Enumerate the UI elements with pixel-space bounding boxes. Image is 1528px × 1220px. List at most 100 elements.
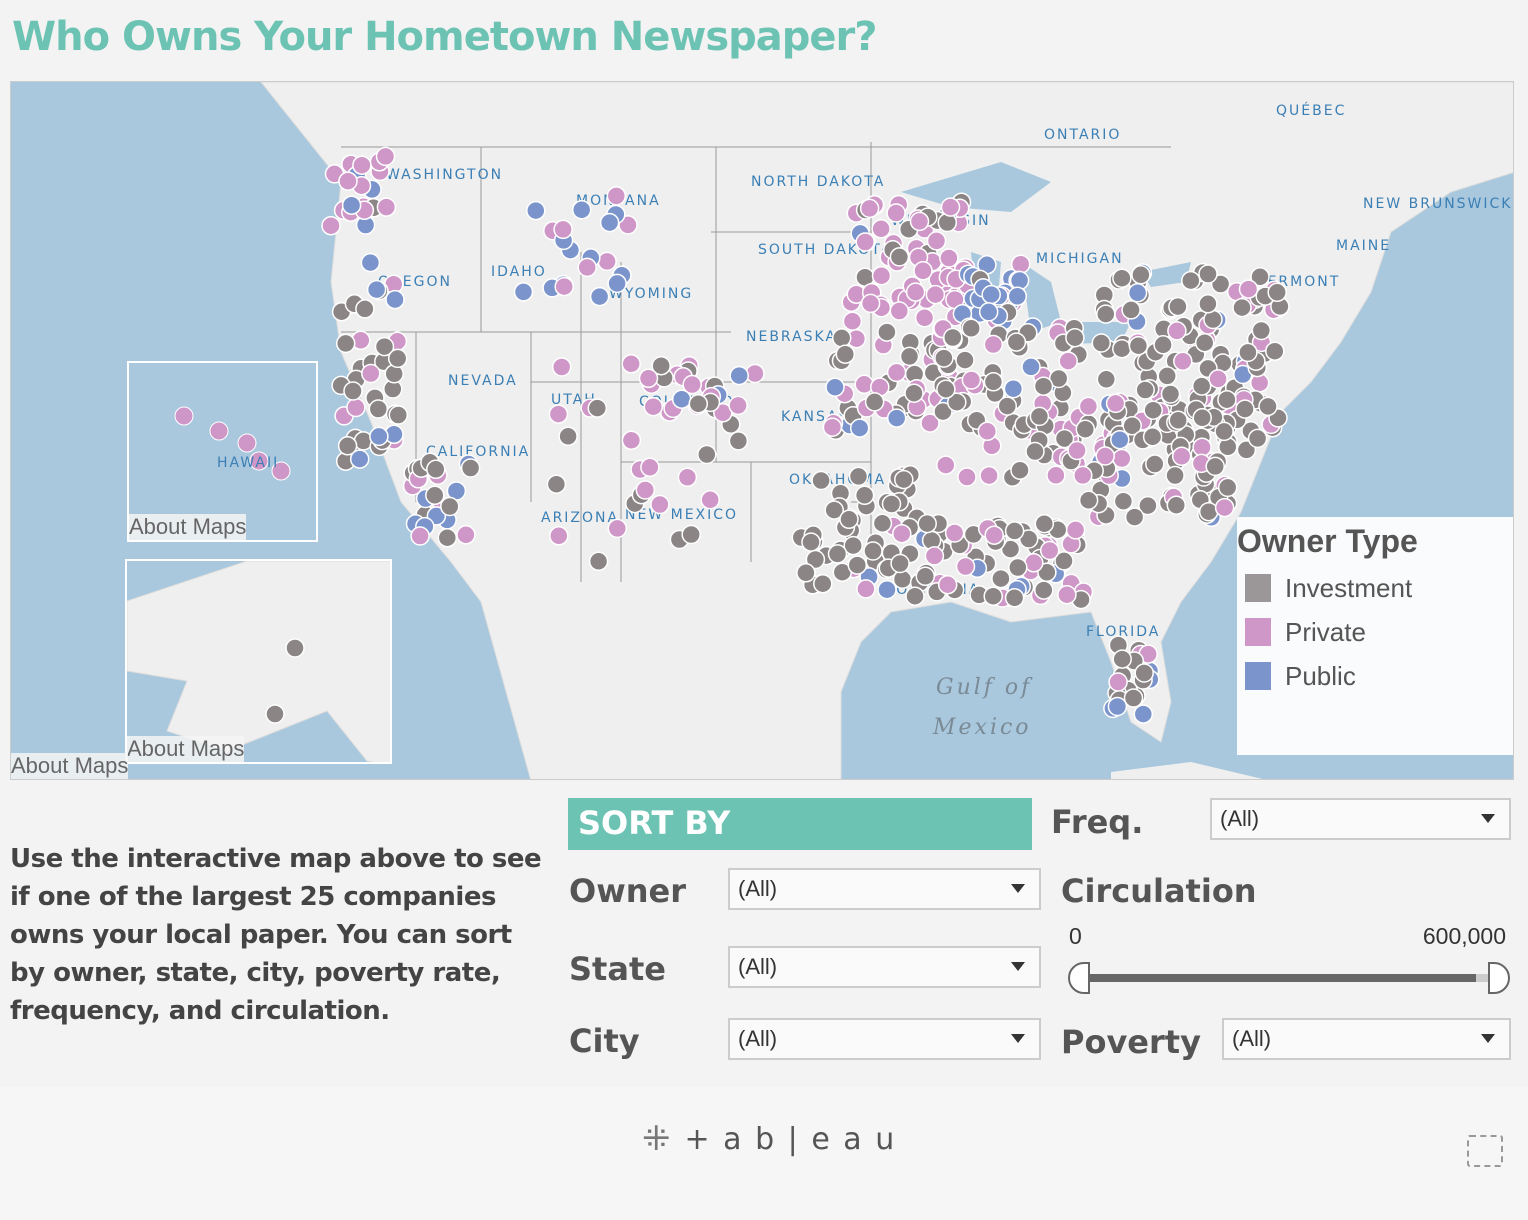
newspaper-marker[interactable] — [871, 219, 891, 239]
newspaper-marker[interactable] — [1105, 393, 1126, 414]
newspaper-marker[interactable] — [1096, 369, 1117, 390]
newspaper-marker[interactable] — [460, 458, 481, 478]
newspaper-marker[interactable] — [366, 279, 387, 300]
newspaper-marker[interactable] — [1107, 696, 1128, 717]
newspaper-marker[interactable] — [607, 518, 628, 539]
newspaper-marker[interactable] — [1214, 497, 1235, 518]
newspaper-marker[interactable] — [1039, 540, 1060, 561]
newspaper-marker[interactable] — [376, 197, 397, 217]
newspaper-marker[interactable] — [811, 470, 831, 491]
newspaper-marker[interactable] — [1235, 399, 1255, 419]
newspaper-marker[interactable] — [1198, 501, 1219, 522]
newspaper-marker[interactable] — [1232, 297, 1252, 318]
newspaper-marker[interactable] — [1157, 366, 1177, 386]
newspaper-marker[interactable] — [1214, 421, 1234, 442]
newspaper-marker[interactable] — [1034, 513, 1055, 534]
newspaper-marker[interactable] — [1029, 406, 1050, 427]
newspaper-marker[interactable] — [981, 284, 1001, 305]
newspaper-marker[interactable] — [588, 551, 609, 572]
newspaper-marker[interactable] — [1191, 376, 1212, 396]
newspaper-marker[interactable] — [1238, 279, 1259, 299]
newspaper-marker[interactable] — [831, 328, 852, 348]
newspaper-marker[interactable] — [796, 563, 816, 583]
newspaper-marker[interactable] — [513, 282, 534, 302]
owner-dropdown[interactable]: (All) — [728, 868, 1041, 910]
newspaper-marker[interactable] — [1033, 376, 1054, 396]
newspaper-marker[interactable] — [801, 532, 821, 552]
newspaper-marker[interactable] — [991, 568, 1011, 589]
newspaper-marker[interactable] — [1078, 396, 1099, 417]
newspaper-marker[interactable] — [1217, 477, 1238, 498]
newspaper-marker[interactable] — [589, 286, 610, 307]
newspaper-marker[interactable] — [943, 327, 963, 348]
newspaper-marker[interactable] — [1073, 465, 1093, 486]
newspaper-marker[interactable] — [961, 370, 982, 390]
circulation-slider[interactable] — [1068, 962, 1510, 994]
about-maps-link[interactable]: About Maps — [11, 753, 129, 779]
newspaper-marker[interactable] — [681, 524, 701, 545]
newspaper-marker[interactable] — [1198, 264, 1218, 284]
newspaper-marker[interactable] — [955, 556, 976, 577]
newspaper-marker[interactable] — [1065, 327, 1085, 348]
newspaper-marker[interactable] — [899, 346, 920, 367]
newspaper-marker[interactable] — [1258, 396, 1278, 417]
newspaper-marker[interactable] — [1267, 282, 1287, 303]
newspaper-marker[interactable] — [1153, 335, 1173, 355]
newspaper-marker[interactable] — [905, 586, 925, 606]
newspaper-marker[interactable] — [1021, 357, 1041, 377]
newspaper-marker[interactable] — [957, 467, 977, 487]
newspaper-marker[interactable] — [607, 273, 627, 294]
newspaper-marker[interactable] — [1096, 304, 1116, 324]
newspaper-marker[interactable] — [1166, 495, 1187, 515]
newspaper-marker[interactable] — [349, 449, 370, 469]
about-maps-link[interactable]: About Maps — [129, 514, 247, 540]
newspaper-marker[interactable] — [671, 389, 692, 409]
newspaper-marker[interactable] — [597, 251, 617, 272]
newspaper-marker[interactable] — [553, 219, 573, 240]
newspaper-marker[interactable] — [847, 555, 868, 575]
newspaper-marker[interactable] — [426, 459, 446, 480]
newspaper-marker[interactable] — [886, 408, 907, 428]
newspaper-marker[interactable] — [1142, 427, 1163, 447]
newspaper-marker[interactable] — [643, 396, 664, 417]
newspaper-marker[interactable] — [1205, 456, 1225, 477]
newspaper-marker[interactable] — [549, 526, 569, 546]
newspaper-marker[interactable] — [343, 381, 363, 401]
newspaper-marker[interactable] — [859, 198, 880, 219]
newspaper-marker[interactable] — [688, 394, 709, 414]
newspaper-marker[interactable] — [1124, 507, 1145, 527]
newspaper-marker[interactable] — [848, 466, 869, 487]
tableau-logo[interactable]: ⁜ + a b | e a u — [642, 1119, 896, 1159]
newspaper-marker[interactable] — [368, 399, 389, 419]
newspaper-marker[interactable] — [1208, 369, 1228, 389]
newspaper-marker[interactable] — [914, 308, 935, 328]
newspaper-marker[interactable] — [984, 525, 1004, 545]
newspaper-marker[interactable] — [1046, 465, 1066, 486]
newspaper-marker[interactable] — [548, 404, 569, 424]
newspaper-marker[interactable] — [1078, 490, 1099, 511]
newspaper-marker[interactable] — [1127, 283, 1148, 303]
newspaper-marker[interactable] — [571, 200, 592, 220]
newspaper-marker[interactable] — [1024, 553, 1044, 573]
newspaper-marker[interactable] — [1058, 351, 1078, 371]
newspaper-marker[interactable] — [1181, 270, 1201, 291]
newspaper-marker[interactable] — [728, 395, 748, 416]
newspaper-marker[interactable] — [1194, 332, 1215, 353]
newspaper-marker[interactable] — [877, 322, 897, 342]
newspaper-marker[interactable] — [917, 513, 937, 534]
newspaper-marker[interactable] — [1112, 268, 1132, 288]
newspaper-marker[interactable] — [697, 444, 717, 465]
newspaper-marker[interactable] — [936, 379, 956, 399]
newspaper-marker[interactable] — [934, 348, 954, 368]
newspaper-marker[interactable] — [1123, 688, 1144, 708]
newspaper-marker[interactable] — [855, 232, 875, 252]
newspaper-marker[interactable] — [813, 573, 833, 594]
newspaper-marker[interactable] — [979, 465, 999, 486]
newspaper-marker[interactable] — [635, 480, 656, 500]
newspaper-marker[interactable] — [650, 494, 670, 515]
newspaper-marker[interactable] — [926, 231, 947, 251]
newspaper-marker[interactable] — [905, 282, 926, 302]
newspaper-marker[interactable] — [410, 526, 430, 546]
newspaper-marker[interactable] — [1134, 663, 1154, 683]
newspaper-marker[interactable] — [361, 363, 381, 384]
